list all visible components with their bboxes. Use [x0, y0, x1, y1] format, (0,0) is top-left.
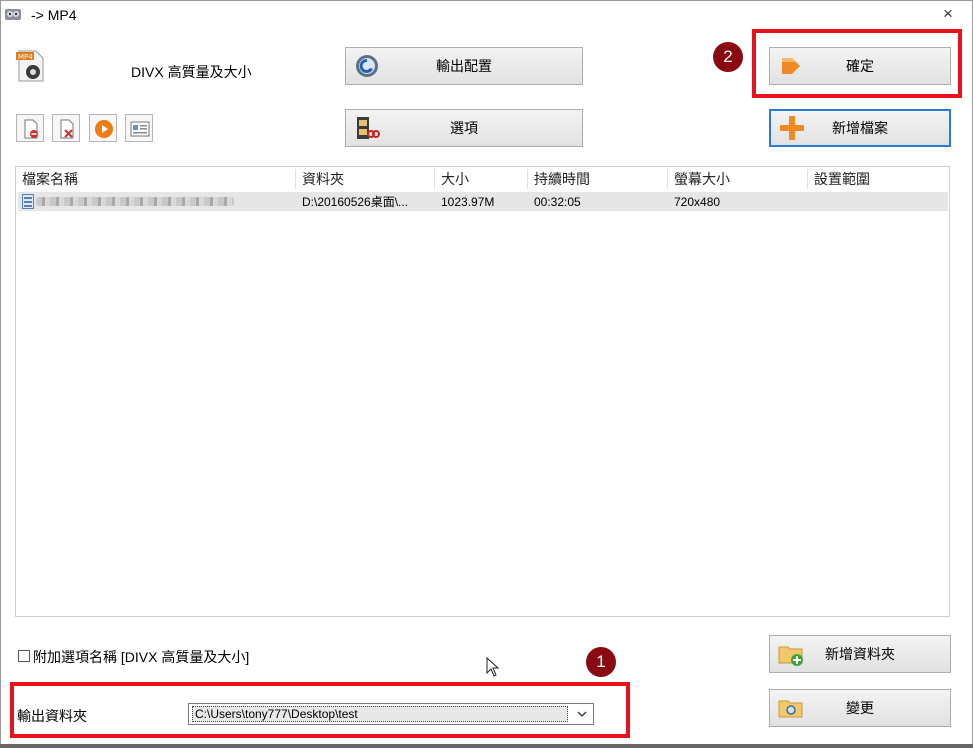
add-file-label: 新增檔案: [832, 120, 888, 136]
annotation-badge-2: 2: [713, 42, 743, 72]
video-file-icon: [22, 194, 34, 209]
remove-file-button[interactable]: [16, 114, 44, 142]
annotation-badge-1: 1: [586, 647, 616, 677]
highlight-box-ok: [752, 29, 962, 98]
cell-size: 1023.97M: [441, 195, 495, 209]
file-list[interactable]: [15, 166, 950, 617]
info-icon: [130, 121, 150, 137]
add-folder-label: 新增資料夾: [825, 646, 895, 662]
clear-list-button[interactable]: [52, 114, 80, 142]
add-file-button[interactable]: 新增檔案: [769, 109, 951, 147]
clear-list-icon: [60, 119, 74, 139]
column-header-size[interactable]: 大小: [435, 169, 528, 189]
change-button[interactable]: 變更: [769, 689, 951, 727]
add-folder-button[interactable]: 新增資料夾: [769, 635, 951, 673]
options-label: 選項: [450, 120, 478, 136]
remove-file-icon: [24, 119, 38, 139]
column-header-screen-size[interactable]: 螢幕大小: [668, 169, 808, 189]
column-header-filename[interactable]: 檔案名稱: [16, 169, 296, 189]
app-icon: [5, 9, 21, 20]
info-button[interactable]: [125, 114, 153, 142]
format-label: DIVX 高質量及大小: [131, 64, 252, 80]
output-config-label: 輸出配置: [436, 58, 492, 74]
bottom-edge: [0, 744, 973, 748]
window-title: -> MP4: [31, 7, 77, 23]
append-option-checkbox[interactable]: [18, 650, 30, 662]
highlight-box-output-folder: [10, 682, 630, 738]
append-option-label: 附加選項名稱 [DIVX 高質量及大小]: [33, 649, 250, 665]
options-button[interactable]: 選項: [345, 109, 583, 147]
mouse-cursor-icon: [486, 657, 500, 677]
cell-duration: 00:32:05: [534, 195, 581, 209]
column-header-folder[interactable]: 資料夾: [296, 169, 435, 189]
play-icon: [95, 120, 113, 138]
svg-text:MP4: MP4: [18, 53, 33, 61]
blurred-filename: [36, 197, 234, 206]
cell-folder: D:\20160526桌面\...: [302, 195, 409, 209]
close-button[interactable]: ×: [938, 4, 958, 24]
change-label: 變更: [846, 700, 874, 716]
mp4-file-icon: MP4: [16, 50, 44, 82]
output-config-button[interactable]: 輸出配置: [345, 47, 583, 85]
cell-screen-size: 720x480: [674, 195, 721, 209]
play-button[interactable]: [89, 114, 117, 142]
column-header-duration[interactable]: 持續時間: [528, 169, 668, 189]
column-header-range[interactable]: 設置範圍: [808, 169, 948, 189]
